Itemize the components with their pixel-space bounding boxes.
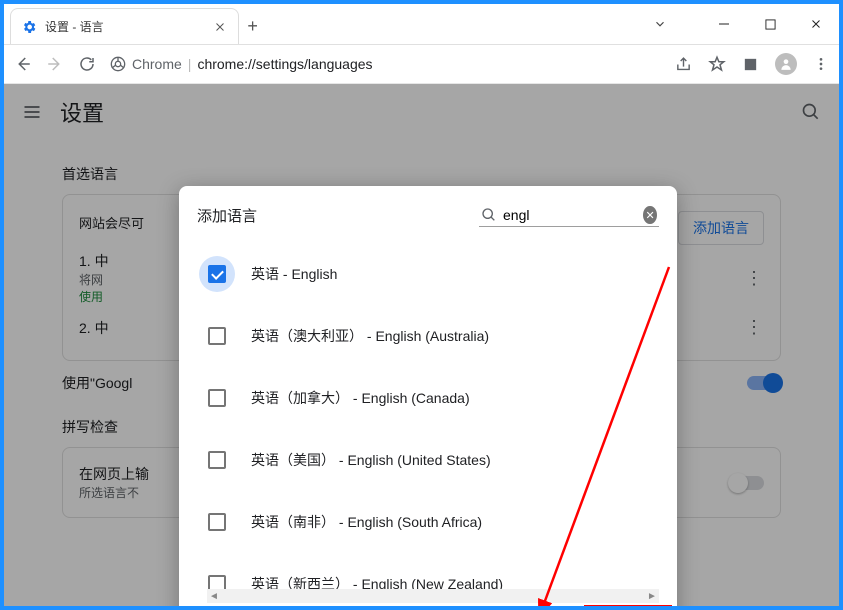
maximize-button[interactable] [747,4,793,44]
language-row[interactable]: 英语（新西兰） - English (New Zealand) [207,553,659,589]
language-row[interactable]: 英语 - English [207,243,659,305]
omnibox[interactable]: Chrome | chrome://settings/languages [110,56,661,72]
new-tab-button[interactable]: + [239,8,267,44]
language-row[interactable]: 英语（加拿大） - English (Canada) [207,367,659,429]
window-close-button[interactable] [793,4,839,44]
chevron-down-icon[interactable] [637,4,683,44]
dialog-title: 添加语言 [197,205,257,226]
browser-window: 设置 - 语言 + [4,4,839,606]
url-origin: Chrome [132,56,182,72]
reload-button[interactable] [78,55,96,73]
language-row[interactable]: 英语（美国） - English (United States) [207,429,659,491]
language-label: 英语（加拿大） - English (Canada) [251,388,470,408]
minimize-button[interactable] [701,4,747,44]
gear-icon [21,19,37,35]
language-row[interactable]: 英语（澳大利亚） - English (Australia) [207,305,659,367]
language-search-field[interactable]: ✕ [479,204,659,227]
tab-title: 设置 - 语言 [45,18,104,35]
search-icon [481,207,497,223]
avatar-icon[interactable] [775,53,797,75]
language-label: 英语（美国） - English (United States) [251,450,491,470]
language-list[interactable]: 英语 - English 英语（澳大利亚） - English (Australi… [179,237,677,589]
url-bar: Chrome | chrome://settings/languages [4,44,839,84]
share-icon[interactable] [675,56,692,73]
extensions-icon[interactable] [742,56,759,73]
scroll-left-icon[interactable]: ◄ [207,591,221,602]
forward-button[interactable] [46,55,64,73]
horizontal-scrollbar[interactable]: ◄ ► [207,589,659,603]
language-row[interactable]: 英语（南非） - English (South Africa) [207,491,659,553]
chrome-logo-icon [110,56,126,72]
clear-icon[interactable]: ✕ [643,206,657,224]
scroll-right-icon[interactable]: ► [645,591,659,602]
language-label: 英语（新西兰） - English (New Zealand) [251,574,503,589]
browser-tab[interactable]: 设置 - 语言 [10,8,239,44]
checkbox[interactable] [208,265,226,283]
annotation-box [584,605,672,606]
url-path: chrome://settings/languages [197,56,372,72]
language-label: 英语（澳大利亚） - English (Australia) [251,326,489,346]
search-input[interactable] [503,207,637,223]
checkbox[interactable] [208,575,226,589]
add-language-dialog: 添加语言 ✕ 英语 - English 英语（澳大利亚） - English (A… [179,186,677,606]
checkbox[interactable] [208,327,226,345]
star-icon[interactable] [708,55,726,73]
language-label: 英语 - English [251,264,337,284]
back-button[interactable] [14,55,32,73]
kebab-menu-icon[interactable] [813,56,829,72]
titlebar: 设置 - 语言 + [4,4,839,44]
window-controls [637,4,839,44]
checkbox[interactable] [208,513,226,531]
close-icon[interactable] [212,19,228,35]
settings-page: 设置 首选语言 网站会尽可 添加语言 1. 中 将网 使用 [4,84,839,606]
language-label: 英语（南非） - English (South Africa) [251,512,482,532]
checkbox[interactable] [208,389,226,407]
checkbox[interactable] [208,451,226,469]
